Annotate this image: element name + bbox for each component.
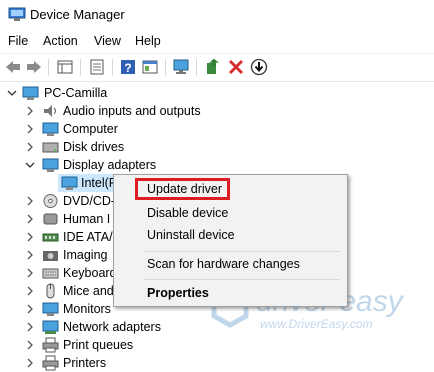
title-bar: Device Manager [0,0,434,30]
computer-icon [22,86,39,100]
properties-menu-item[interactable]: Properties [147,286,209,300]
chevron-right-icon[interactable] [24,230,36,244]
toolbar: ? [0,53,434,82]
tree-item-label: Disk drives [63,140,125,154]
tree-item-label: Human I [63,212,111,226]
tree-item-label: Monitors [63,302,111,316]
update-driver-icon[interactable] [204,58,222,76]
download-icon[interactable] [250,58,268,76]
tree-item-label: IDE ATA/ [63,230,113,244]
tree-item-label: Keyboard [63,266,117,280]
menu-view[interactable]: View [94,34,121,48]
keyboard-icon [42,268,59,279]
tree-item-label: Printers [63,356,107,370]
chevron-right-icon[interactable] [24,338,36,352]
chevron-right-icon[interactable] [24,302,36,316]
tree-item-printers[interactable]: Printers [0,354,434,372]
menu-file[interactable]: File [8,34,28,48]
menu-separator [144,251,340,252]
printer-icon [42,337,59,353]
context-menu: Update driver Disable device Uninstall d… [113,174,348,307]
chevron-down-icon[interactable] [24,158,36,172]
disk-icon [42,142,59,153]
printer-icon [42,355,59,371]
chevron-right-icon[interactable] [24,320,36,334]
chevron-right-icon[interactable] [24,284,36,298]
window-title: Device Manager [30,7,125,22]
tree-item-label: Audio inputs and outputs [63,104,201,118]
dvd-icon [43,194,58,208]
svg-text:?: ? [124,61,131,75]
menu-separator [144,279,340,280]
audio-icon [44,105,56,117]
tree-item-audio[interactable]: Audio inputs and outputs [0,102,434,120]
chevron-right-icon[interactable] [24,194,36,208]
uninstall-device-menu-item[interactable]: Uninstall device [147,228,235,242]
tree-item-label: Display adapters [63,158,157,172]
uninstall-x-icon[interactable] [227,58,245,76]
chevron-right-icon[interactable] [24,266,36,280]
monitor-icon [42,302,59,316]
camera-icon [43,251,58,261]
watermark-url: www.DriverEasy.com [260,317,373,331]
tree-item-label: Mice and [63,284,114,298]
tree-item-label: Print queues [63,338,134,352]
ide-icon [42,233,59,242]
tree-item-label: Imaging [63,248,108,262]
scan-hardware-menu-item[interactable]: Scan for hardware changes [147,257,300,271]
help-icon[interactable]: ? [119,58,137,76]
disable-device-menu-item[interactable]: Disable device [147,206,228,220]
tree-item-label: Network adapters [63,320,161,334]
highlight-box [135,178,230,200]
forward-arrow-icon[interactable] [25,58,43,76]
properties-grid-icon[interactable] [56,58,74,76]
chevron-right-icon[interactable] [24,212,36,226]
monitor-scan-icon[interactable] [172,58,190,76]
device-manager-icon [8,7,26,21]
chevron-right-icon[interactable] [24,140,36,154]
menu-help[interactable]: Help [135,34,161,48]
tree-item-disk-drives[interactable]: Disk drives [0,138,434,156]
computer-icon [42,122,59,136]
display-icon [42,158,59,172]
network-icon [42,320,59,334]
tree-root-label: PC-Camilla [44,86,108,100]
tree-item-display-adapters[interactable]: Display adapters [0,156,434,174]
mouse-icon [46,283,55,299]
tree-item-label: DVD/CD- [63,194,116,208]
chevron-right-icon[interactable] [24,104,36,118]
tree-item-label: Computer [63,122,118,136]
back-arrow-icon[interactable] [4,58,22,76]
display-adapter-icon [61,176,78,190]
tree-root[interactable]: PC-Camilla [0,84,434,102]
view-panel-icon[interactable] [141,58,159,76]
chevron-right-icon[interactable] [24,248,36,262]
chevron-down-icon[interactable] [6,86,18,100]
tree-item-computer[interactable]: Computer [0,120,434,138]
menu-action[interactable]: Action [43,34,78,48]
menu-bar: File Action View Help [0,30,434,52]
hid-icon [43,213,58,225]
tree-item-print-queues[interactable]: Print queues [0,336,434,354]
show-hide-icon[interactable] [88,58,106,76]
chevron-right-icon[interactable] [24,122,36,136]
chevron-right-icon[interactable] [24,356,36,370]
